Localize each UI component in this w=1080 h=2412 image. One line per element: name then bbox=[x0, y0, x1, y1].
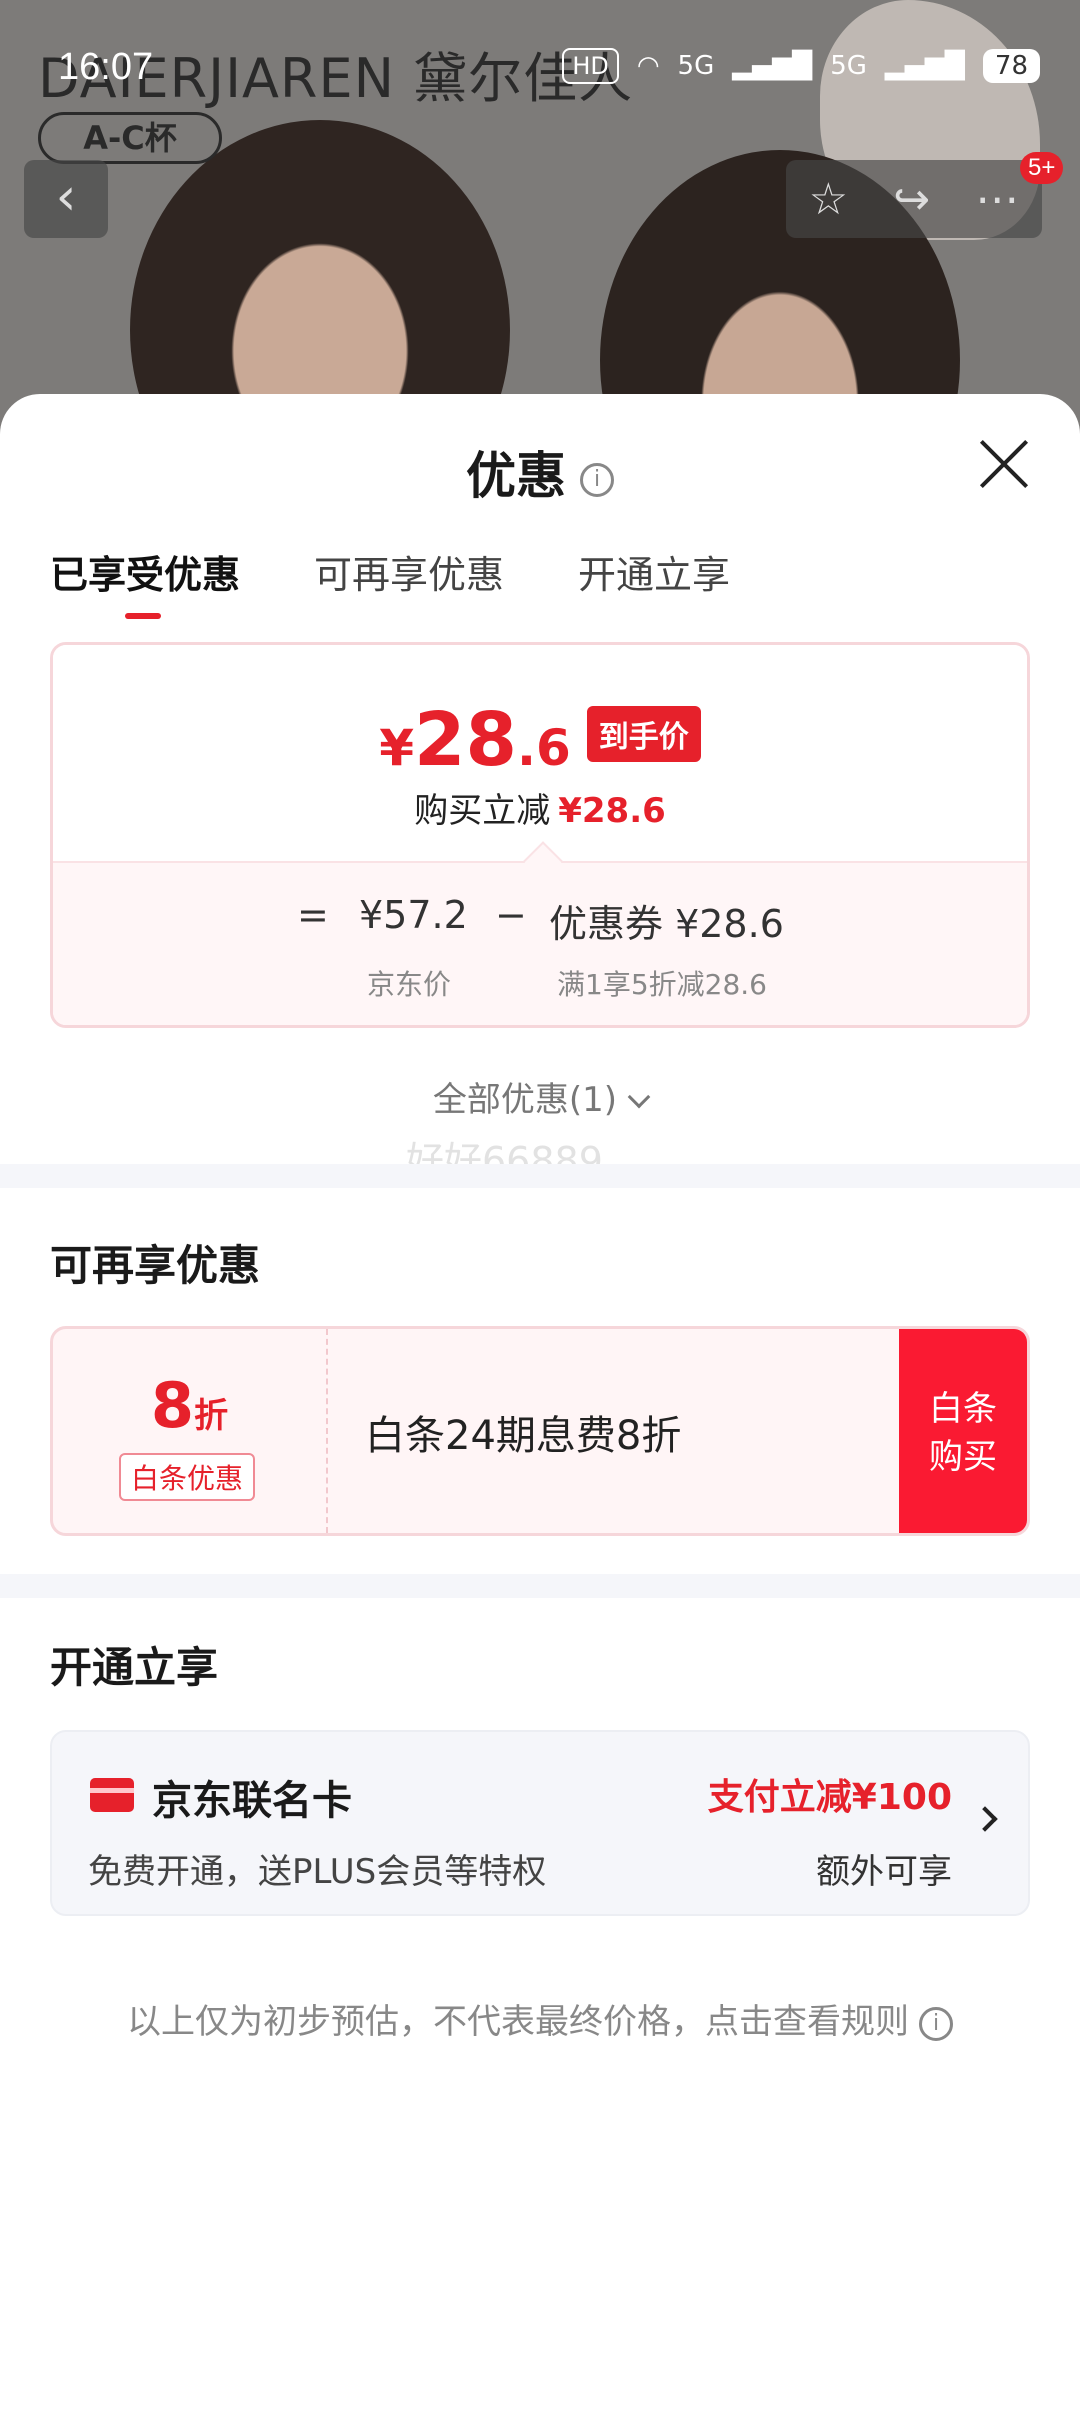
price-decimal: .6 bbox=[516, 719, 571, 777]
discount-tabs: 已享受优惠 可再享优惠 开通立享 bbox=[50, 544, 730, 619]
sheet-header: 优惠 i bbox=[0, 394, 1080, 544]
info-icon[interactable]: i bbox=[580, 462, 614, 497]
signal-5g-icon-2: 5G bbox=[830, 51, 867, 81]
discount-unit: 折 bbox=[194, 1396, 229, 1436]
share-icon[interactable]: ↪ bbox=[893, 174, 930, 225]
more-icon[interactable]: ⋯ bbox=[975, 174, 1019, 225]
tab-open-enjoy[interactable]: 开通立享 bbox=[578, 544, 730, 599]
rules-footnote[interactable]: 以上仅为初步预估，不代表最终价格，点击查看规则 i bbox=[0, 1994, 1080, 2043]
sheet-title: 优惠 i bbox=[0, 436, 1080, 508]
card-extra: 额外可享 bbox=[816, 1852, 952, 1892]
baitiao-coupon-card: 8折 白条优惠 白条24期息费8折 白条 购买 bbox=[50, 1326, 1030, 1536]
jd-price-value: ¥57.2 bbox=[359, 893, 468, 937]
status-icons: HD ◠ 5G ▂▄▆█ 5G ▂▄▆█ 78 bbox=[562, 48, 1040, 84]
message-count-badge: 5+ bbox=[1020, 152, 1064, 184]
final-price: ¥28.6 到手价 bbox=[53, 697, 1027, 783]
section-divider bbox=[0, 1574, 1080, 1598]
status-bar: 16:07 HD ◠ 5G ▂▄▆█ 5G ▂▄▆█ 78 bbox=[0, 0, 1080, 140]
model-left-image bbox=[130, 120, 510, 440]
discount-sheet: 优惠 i 已享受优惠 可再享优惠 开通立享 ¥28.6 到手价 购买立减 ¥28.6 … bbox=[0, 394, 1080, 2412]
jd-price-caption: 京东价 bbox=[367, 968, 452, 1001]
coupon-discount: 8折 bbox=[53, 1369, 326, 1442]
card-name: 京东联名卡 bbox=[152, 1778, 352, 1824]
all-discounts-label: 全部优惠(1) bbox=[432, 1080, 618, 1120]
more-discounts-title: 可再享优惠 bbox=[50, 1241, 261, 1290]
favorite-star-icon[interactable]: ☆ bbox=[809, 174, 848, 225]
purchase-reduction: 购买立减 ¥28.6 bbox=[53, 783, 1027, 832]
reduce-label: 购买立减 bbox=[414, 791, 551, 831]
credit-card-icon bbox=[90, 1778, 134, 1812]
chevron-down-icon bbox=[627, 1085, 651, 1109]
status-time: 16:07 bbox=[58, 46, 154, 88]
section-divider bbox=[0, 1164, 1080, 1188]
buy-button-line1: 白条 bbox=[929, 1389, 997, 1429]
minus-sign: − bbox=[495, 893, 527, 937]
buy-button-line2: 购买 bbox=[929, 1437, 997, 1477]
price-summary: ¥28.6 到手价 购买立减 ¥28.6 bbox=[53, 645, 1027, 861]
top-action-bar: ☆ ↪ ⋯ bbox=[786, 160, 1042, 238]
reduce-amount: ¥28.6 bbox=[558, 791, 666, 831]
chevron-left-icon: ‹ bbox=[55, 167, 77, 227]
hand-price-badge: 到手价 bbox=[586, 706, 701, 762]
coupon-value: 优惠券 ¥28.6 bbox=[549, 902, 784, 946]
baitiao-tag: 白条优惠 bbox=[119, 1453, 256, 1501]
all-discounts-toggle[interactable]: 全部优惠(1) bbox=[0, 1072, 1080, 1121]
sheet-title-text: 优惠 bbox=[466, 447, 566, 505]
coupon-discount-block: 8折 白条优惠 bbox=[53, 1329, 328, 1533]
signal-bars-icon-2: ▂▄▆█ bbox=[884, 51, 965, 81]
jd-cobrand-card-offer[interactable]: 京东联名卡 免费开通，送PLUS会员等特权 支付立减¥100 额外可享 bbox=[50, 1730, 1030, 1916]
price-breakdown: = ¥57.2 − 优惠券 ¥28.6 京东价 满1享5折减28.6 bbox=[53, 841, 1027, 1025]
discount-number: 8 bbox=[150, 1369, 195, 1442]
tab-enjoyed[interactable]: 已享受优惠 bbox=[50, 544, 240, 619]
close-button[interactable] bbox=[976, 436, 1032, 492]
signal-5g-icon-1: 5G bbox=[677, 51, 715, 81]
coupon-description: 白条24期息费8折 bbox=[365, 1413, 682, 1459]
footnote-text: 以上仅为初步预估，不代表最终价格，点击查看规则 bbox=[127, 2002, 909, 2042]
open-enjoy-title: 开通立享 bbox=[50, 1643, 219, 1692]
card-promo: 支付立减¥100 bbox=[707, 1777, 952, 1818]
hd-icon: HD bbox=[562, 48, 619, 84]
equals-sign: = bbox=[297, 893, 329, 937]
battery-icon: 78 bbox=[982, 49, 1040, 83]
info-icon: i bbox=[919, 2006, 953, 2041]
baitiao-buy-button[interactable]: 白条 购买 bbox=[899, 1329, 1027, 1533]
price-integer: 28 bbox=[414, 697, 517, 783]
card-benefit: 免费开通，送PLUS会员等特权 bbox=[88, 1852, 547, 1892]
signal-bars-icon-1: ▂▄▆█ bbox=[732, 51, 813, 81]
tab-more-available[interactable]: 可再享优惠 bbox=[314, 544, 504, 599]
price-yen: ¥ bbox=[379, 719, 414, 777]
coupon-caption: 满1享5折减28.6 bbox=[557, 968, 767, 1001]
back-button[interactable]: ‹ bbox=[24, 160, 108, 238]
wifi-icon: ◠ bbox=[636, 51, 660, 81]
chevron-right-icon bbox=[972, 1806, 998, 1832]
final-price-card: ¥28.6 到手价 购买立减 ¥28.6 = ¥57.2 − 优惠券 ¥28.6 京… bbox=[50, 642, 1030, 1028]
